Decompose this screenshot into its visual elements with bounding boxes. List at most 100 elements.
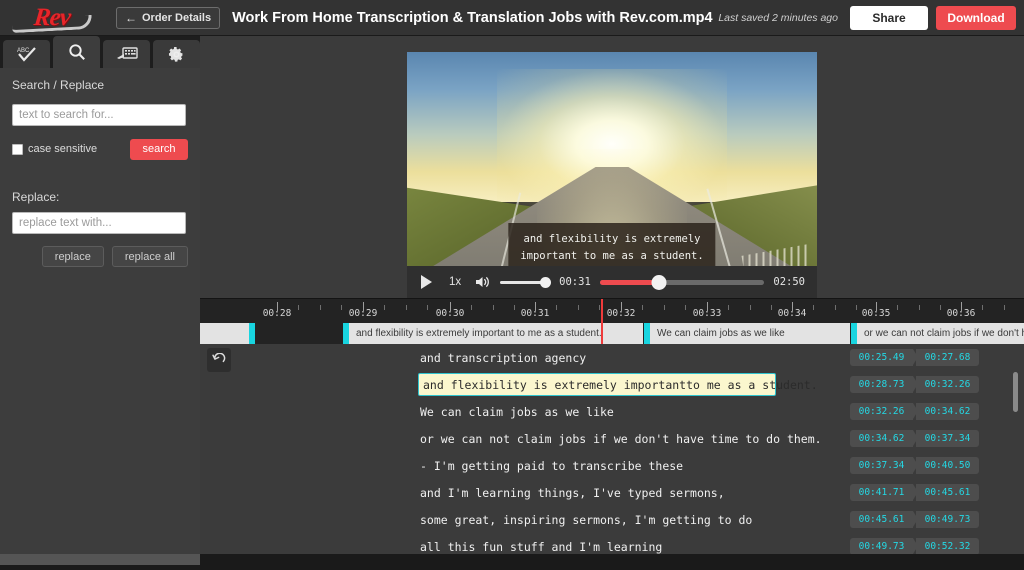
footer-left-block [0,554,200,565]
timeline-clip-label: We can claim jobs as we like [650,328,785,339]
timestamp-end[interactable]: 00:32.26 [916,376,979,393]
sidebar-item-shortcuts[interactable] [103,40,150,68]
panel-title: Search / Replace [12,78,188,92]
timeline-tick-minor [982,305,983,310]
timeline-tick-label: 00:32 [607,308,636,319]
replace-button[interactable]: replace [42,246,104,267]
sidebar-item-settings[interactable] [153,40,200,68]
timestamp-start[interactable]: 00:32.26 [850,403,913,420]
timestamp-start[interactable]: 00:45.61 [850,511,913,528]
video-caption-overlay: and flexibility is extremely important t… [508,223,715,272]
transcript-line-active[interactable]: and flexibility is extremely important t… [418,373,776,396]
timeline[interactable]: 00:2800:2900:3000:3100:3200:3300:3400:35… [200,298,1024,344]
timestamp-end[interactable]: 00:34.62 [916,403,979,420]
timeline-tick-label: 00:35 [862,308,891,319]
timeline-tick-minor [771,305,772,310]
replace-input[interactable] [12,212,186,234]
timeline-tick-minor [642,305,643,310]
sidebar-item-search[interactable] [53,36,100,68]
search-icon [68,43,86,61]
timeline-clip[interactable] [200,323,255,344]
transcript-editor[interactable]: and transcription agencyand flexibility … [200,344,1024,554]
timestamp-end[interactable]: 00:40.50 [916,457,979,474]
arrow-left-icon: ← [125,12,137,24]
timeline-tick-minor [835,305,836,310]
timeline-tick-minor [578,305,579,310]
timestamp-start[interactable]: 00:37.34 [850,457,913,474]
timeline-tick-label: 00:30 [436,308,465,319]
transcript-lines[interactable]: and transcription agencyand flexibility … [418,344,858,554]
transcript-line[interactable]: some great, inspiring sermons, I'm getti… [418,506,858,533]
timeline-tick-minor [685,305,686,310]
timestamp-start[interactable]: 00:49.73 [850,538,913,554]
timeline-clip-lane[interactable]: and flexibility is extremely important t… [200,323,1024,344]
timestamp-end[interactable]: 00:37.34 [916,430,979,447]
transcript-line[interactable]: and transcription agency [418,344,858,371]
timeline-clip[interactable]: or we can not claim jobs if we don't hav [851,323,1024,344]
seek-knob[interactable] [652,275,667,290]
timestamp-row: 00:25.4900:27.68 [850,344,1000,371]
replace-actions: replace replace all [12,246,188,267]
download-button[interactable]: Download [936,6,1016,30]
video-stage: and flexibility is extremely important t… [200,36,1024,298]
share-button[interactable]: Share [850,6,928,30]
timeline-tick-label: 00:31 [521,308,550,319]
last-saved-status: Last saved 2 minutes ago [718,12,838,24]
transcript-scrollbar[interactable] [1013,350,1018,548]
timestamp-start[interactable]: 00:28.73 [850,376,913,393]
transcript-line[interactable]: or we can not claim jobs if we don't hav… [418,425,858,452]
timestamp-end[interactable]: 00:52.32 [916,538,979,554]
timeline-tick-minor [427,305,428,310]
seek-bar[interactable] [600,280,765,285]
sidebar-item-spellcheck[interactable]: ABC [3,40,50,68]
case-sensitive-label: case sensitive [28,143,97,155]
gear-icon [168,46,185,63]
timeline-clip[interactable]: We can claim jobs as we like [644,323,850,344]
video-player[interactable]: and flexibility is extremely important t… [407,52,817,282]
timeline-tick-minor [493,305,494,310]
transcript-line[interactable]: and I'm learning things, I've typed serm… [418,479,858,506]
timeline-tick-label: 00:33 [693,308,722,319]
transcript-line[interactable]: We can claim jobs as we like [418,398,858,425]
timestamp-start[interactable]: 00:41.71 [850,484,913,501]
header-actions: Last saved 2 minutes ago Share Download [718,6,1024,30]
timeline-ruler[interactable]: 00:2800:2900:3000:3100:3200:3300:3400:35… [200,299,1024,323]
case-sensitive-checkbox[interactable] [12,144,23,155]
transcript-line[interactable]: - I'm getting paid to transcribe these [418,452,858,479]
undo-button[interactable] [207,348,231,372]
search-button[interactable]: search [130,139,188,160]
undo-icon [212,353,226,367]
volume-knob[interactable] [540,277,551,288]
volume-icon [475,275,490,289]
timeline-clip-handle[interactable] [249,323,255,344]
order-details-button[interactable]: ← Order Details [116,7,220,29]
timestamp-row: 00:45.6100:49.73 [850,506,1000,533]
timeline-tick-minor [750,305,751,310]
play-icon[interactable] [421,275,432,289]
timeline-playhead[interactable] [601,299,603,344]
abc-check-icon: ABC [16,45,38,63]
case-sensitive-row: case sensitive search [12,138,188,160]
timestamp-row: 00:49.7300:52.32 [850,533,1000,554]
timestamp-end[interactable]: 00:27.68 [916,349,979,366]
replace-all-button[interactable]: replace all [112,246,188,267]
order-details-label: Order Details [142,12,211,24]
playback-speed-button[interactable]: 1x [449,276,461,288]
timeline-tick-minor [471,305,472,310]
rev-logo[interactable]: Rev [6,0,98,36]
timestamp-start[interactable]: 00:25.49 [850,349,913,366]
timestamp-start[interactable]: 00:34.62 [850,430,913,447]
timestamp-end[interactable]: 00:45.61 [916,484,979,501]
timestamp-end[interactable]: 00:49.73 [916,511,979,528]
timeline-tick-label: 00:29 [349,308,378,319]
player-controls: 1x 00:31 02:50 [407,266,817,298]
transcript-scrollbar-thumb[interactable] [1013,372,1018,412]
caption-line-2: important to me as a student. [520,248,703,264]
volume-slider[interactable] [500,281,548,284]
timeline-tick-minor [320,305,321,310]
transcript-line[interactable]: all this fun stuff and I'm learning [418,533,858,554]
timeline-tick-minor [856,305,857,310]
timeline-clip[interactable]: and flexibility is extremely important t… [343,323,643,344]
search-input[interactable] [12,104,186,126]
replace-label: Replace: [12,190,188,204]
